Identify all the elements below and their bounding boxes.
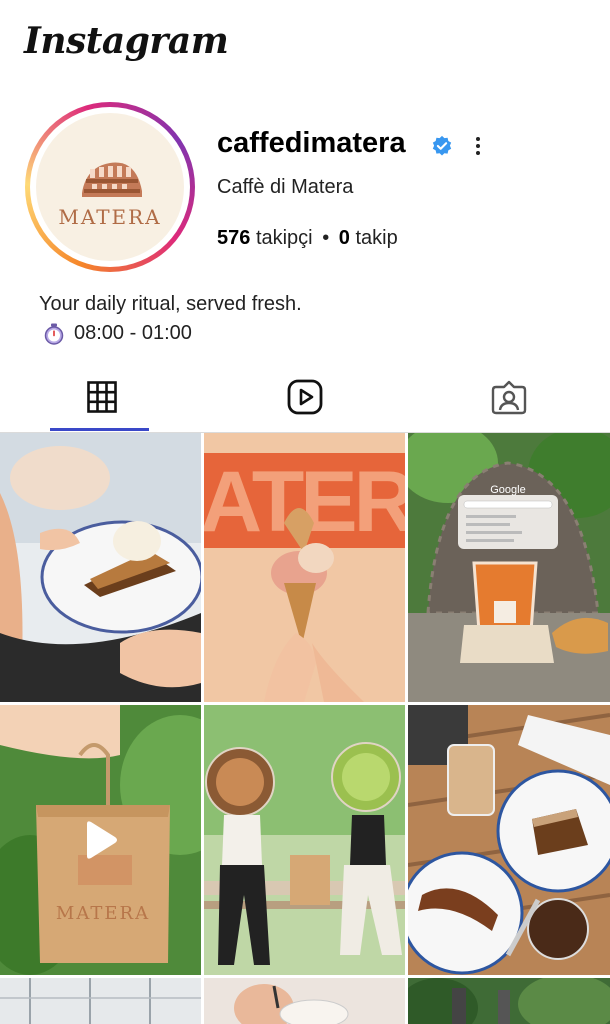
followers-link[interactable]: 576 takipçi	[217, 227, 313, 249]
more-options-icon[interactable]	[468, 132, 488, 160]
following-label: takip	[355, 227, 398, 249]
verified-badge-icon	[432, 135, 452, 156]
bag-wordmark: MATERA	[56, 903, 150, 924]
stopwatch-icon	[44, 323, 64, 345]
followers-count: 576	[217, 227, 251, 249]
bio-text: Your daily ritual, served fresh.	[39, 293, 302, 315]
post-tile[interactable]	[204, 978, 405, 1024]
post-image-table-desserts	[408, 705, 610, 975]
post-image-iced-latte: Google	[408, 433, 610, 702]
followers-label: takipçi	[255, 227, 313, 249]
profile-stats: 576 takipçi • 0 takip	[217, 227, 398, 250]
google-overlay-text: Google	[490, 484, 525, 496]
tab-reels[interactable]	[203, 362, 406, 432]
story-ring[interactable]: MATERA	[25, 102, 195, 272]
post-image-bench	[204, 705, 405, 975]
reels-icon	[287, 379, 322, 415]
post-tile[interactable]: Google	[408, 433, 610, 702]
full-name: Caffè di Matera	[217, 176, 354, 198]
username: caffedimatera	[217, 127, 406, 159]
post-tile[interactable]	[204, 705, 405, 975]
post-image-row3-a	[0, 978, 201, 1024]
grid-icon	[86, 381, 117, 413]
post-tile[interactable]	[408, 705, 610, 975]
tab-posts-grid[interactable]	[0, 362, 203, 432]
post-image-row3-b	[204, 978, 405, 1024]
tab-tagged[interactable]	[407, 362, 610, 432]
avatar: MATERA	[36, 113, 184, 261]
post-image-gelato: ATERA	[204, 433, 405, 702]
tagged-person-icon	[491, 380, 526, 415]
posts-grid: ATERA Google	[0, 433, 610, 1024]
post-tile[interactable]	[0, 978, 201, 1024]
post-tile[interactable]	[0, 433, 201, 702]
bio-hours: 08:00 - 01:00	[44, 322, 192, 345]
video-play-icon	[87, 821, 117, 859]
post-image-row3-c	[408, 978, 610, 1024]
following-link[interactable]: 0 takip	[339, 227, 398, 249]
post-tile[interactable]	[408, 978, 610, 1024]
post-image-cake	[0, 433, 201, 702]
post-tile[interactable]: MATERA	[0, 705, 201, 975]
colosseum-logo-icon	[82, 162, 142, 197]
active-tab-indicator	[50, 428, 149, 431]
bio-hours-text: 08:00 - 01:00	[74, 322, 192, 344]
post-tile[interactable]: ATERA	[204, 433, 405, 702]
avatar-wordmark: MATERA	[58, 205, 162, 229]
profile-tabs	[0, 362, 610, 433]
following-count: 0	[338, 227, 350, 249]
instagram-logo: Instagram	[24, 20, 229, 62]
stats-separator: •	[322, 227, 330, 249]
